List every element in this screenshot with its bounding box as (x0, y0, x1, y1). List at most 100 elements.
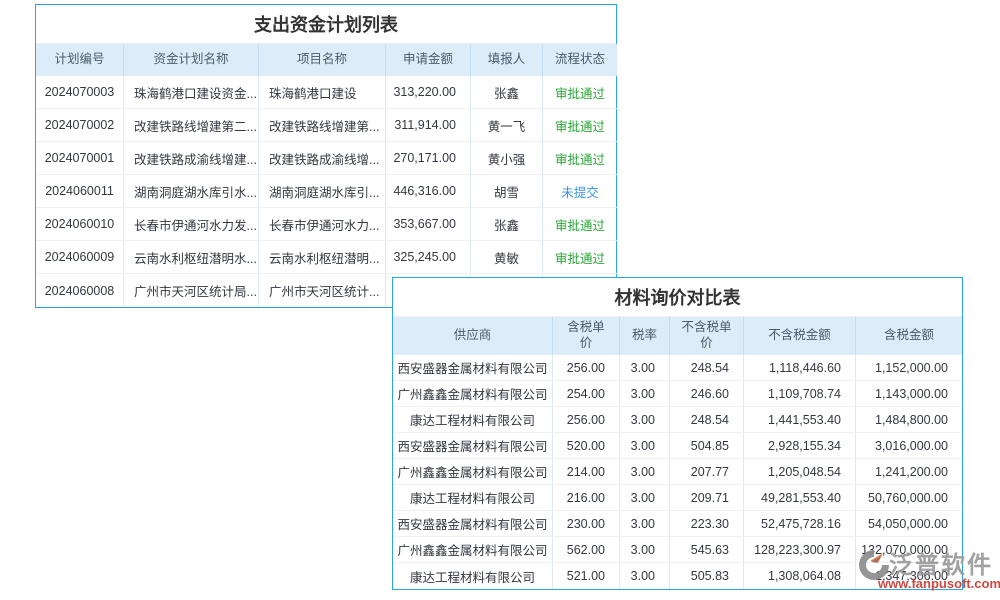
price-without-tax-cell: 223.30 (670, 511, 744, 537)
fund-plan-table: 支出资金计划列表 计划编号 资金计划名称 项目名称 申请金额 填报人 流程状态 … (35, 4, 617, 308)
material-inquiry-table: 材料询价对比表 供应商 含税单价 税率 不含税单价 不含税金额 含税金额 西安盛… (392, 277, 963, 590)
price-without-tax-cell: 505.83 (670, 563, 744, 589)
tax-rate-cell: 3.00 (620, 407, 670, 433)
material-row[interactable]: 广州鑫鑫金属材料有限公司 562.00 3.00 545.63 128,223,… (393, 537, 962, 563)
fund-plan-row[interactable]: 2024060011 湖南洞庭湖水库引水... 湖南洞庭湖水库引... 446,… (36, 175, 616, 208)
reporter-link[interactable]: 黄小强 (471, 142, 543, 175)
header-reporter: 填报人 (471, 44, 543, 76)
fund-name-link[interactable]: 广州市天河区统计局... (124, 274, 259, 307)
amount-without-tax-cell: 1,205,048.54 (744, 459, 856, 485)
supplier-link[interactable]: 广州鑫鑫金属材料有限公司 (393, 381, 553, 407)
reporter-link[interactable]: 张鑫 (471, 76, 543, 109)
amount-without-tax-cell: 1,118,446.60 (744, 355, 856, 381)
supplier-link[interactable]: 西安盛器金属材料有限公司 (393, 355, 553, 381)
fund-plan-row[interactable]: 2024060009 云南水利枢纽潜明水... 云南水利枢纽潜明... 325,… (36, 241, 616, 274)
supplier-link[interactable]: 广州鑫鑫金属材料有限公司 (393, 537, 553, 563)
price-without-tax-cell: 545.63 (670, 537, 744, 563)
supplier-link[interactable]: 康达工程材料有限公司 (393, 563, 553, 589)
material-row[interactable]: 西安盛器金属材料有限公司 256.00 3.00 248.54 1,118,44… (393, 355, 962, 381)
status-badge: 审批通过 (543, 76, 617, 109)
project-name-link[interactable]: 云南水利枢纽潜明... (259, 241, 386, 274)
header-price-with-tax: 含税单价 (553, 317, 620, 355)
fund-plan-row[interactable]: 2024060010 长春市伊通河水力发... 长春市伊通河水力... 353,… (36, 208, 616, 241)
fund-name-link[interactable]: 改建铁路线增建第二... (124, 109, 259, 142)
reporter-link[interactable]: 黄一飞 (471, 109, 543, 142)
supplier-link[interactable]: 康达工程材料有限公司 (393, 407, 553, 433)
project-name-link[interactable]: 广州市天河区统计... (259, 274, 386, 307)
amount-with-tax-cell: 1,152,000.00 (856, 355, 962, 381)
amount-with-tax-cell: 1,484,800.00 (856, 407, 962, 433)
supplier-link[interactable]: 西安盛器金属材料有限公司 (393, 511, 553, 537)
header-supplier: 供应商 (393, 317, 553, 355)
fund-name-link[interactable]: 湖南洞庭湖水库引水... (124, 175, 259, 208)
header-amount-with-tax: 含税金额 (856, 317, 962, 355)
plan-no-link[interactable]: 2024060009 (36, 241, 124, 274)
price-with-tax-cell: 256.00 (553, 407, 620, 433)
fund-plan-row[interactable]: 2024070002 改建铁路线增建第二... 改建铁路线增建第... 311,… (36, 109, 616, 142)
project-name-link[interactable]: 长春市伊通河水力... (259, 208, 386, 241)
material-row[interactable]: 康达工程材料有限公司 216.00 3.00 209.71 49,281,553… (393, 485, 962, 511)
amount-without-tax-cell: 1,441,553.40 (744, 407, 856, 433)
price-without-tax-cell: 504.85 (670, 433, 744, 459)
amount-without-tax-cell: 2,928,155.34 (744, 433, 856, 459)
status-badge: 审批通过 (543, 142, 617, 175)
price-without-tax-cell: 207.77 (670, 459, 744, 485)
tax-rate-cell: 3.00 (620, 563, 670, 589)
supplier-link[interactable]: 西安盛器金属材料有限公司 (393, 433, 553, 459)
project-name-link[interactable]: 改建铁路成渝线增... (259, 142, 386, 175)
price-with-tax-cell: 256.00 (553, 355, 620, 381)
header-fund-name: 资金计划名称 (124, 44, 259, 76)
amount-cell: 325,245.00 (386, 241, 471, 274)
fund-plan-table-header: 计划编号 资金计划名称 项目名称 申请金额 填报人 流程状态 (36, 44, 616, 76)
fund-plan-table-title: 支出资金计划列表 (36, 5, 616, 44)
material-row[interactable]: 西安盛器金属材料有限公司 520.00 3.00 504.85 2,928,15… (393, 433, 962, 459)
amount-with-tax-cell: 132,070,000.00 (856, 537, 962, 563)
plan-no-link[interactable]: 2024070003 (36, 76, 124, 109)
material-row[interactable]: 康达工程材料有限公司 521.00 3.00 505.83 1,308,064.… (393, 563, 962, 589)
reporter-link[interactable]: 黄敏 (471, 241, 543, 274)
material-row[interactable]: 广州鑫鑫金属材料有限公司 254.00 3.00 246.60 1,109,70… (393, 381, 962, 407)
plan-no-link[interactable]: 2024070002 (36, 109, 124, 142)
fund-plan-row[interactable]: 2024070003 珠海鹤港口建设资金... 珠海鹤港口建设 313,220.… (36, 76, 616, 109)
tax-rate-cell: 3.00 (620, 485, 670, 511)
price-without-tax-cell: 248.54 (670, 355, 744, 381)
supplier-link[interactable]: 广州鑫鑫金属材料有限公司 (393, 459, 553, 485)
header-tax-rate: 税率 (620, 317, 670, 355)
material-row[interactable]: 康达工程材料有限公司 256.00 3.00 248.54 1,441,553.… (393, 407, 962, 433)
status-badge: 审批通过 (543, 241, 617, 274)
price-without-tax-cell: 209.71 (670, 485, 744, 511)
amount-cell: 353,667.00 (386, 208, 471, 241)
header-status: 流程状态 (543, 44, 617, 76)
material-row[interactable]: 广州鑫鑫金属材料有限公司 214.00 3.00 207.77 1,205,04… (393, 459, 962, 485)
fund-name-link[interactable]: 长春市伊通河水力发... (124, 208, 259, 241)
material-row[interactable]: 西安盛器金属材料有限公司 230.00 3.00 223.30 52,475,7… (393, 511, 962, 537)
material-table-header: 供应商 含税单价 税率 不含税单价 不含税金额 含税金额 (393, 317, 962, 355)
tax-rate-cell: 3.00 (620, 537, 670, 563)
fund-name-link[interactable]: 改建铁路成渝线增建... (124, 142, 259, 175)
project-name-link[interactable]: 珠海鹤港口建设 (259, 76, 386, 109)
amount-without-tax-cell: 52,475,728.16 (744, 511, 856, 537)
price-without-tax-cell: 246.60 (670, 381, 744, 407)
fund-plan-row[interactable]: 2024070001 改建铁路成渝线增建... 改建铁路成渝线增... 270,… (36, 142, 616, 175)
plan-no-link[interactable]: 2024060010 (36, 208, 124, 241)
plan-no-link[interactable]: 2024060008 (36, 274, 124, 307)
supplier-link[interactable]: 康达工程材料有限公司 (393, 485, 553, 511)
project-name-link[interactable]: 湖南洞庭湖水库引... (259, 175, 386, 208)
fund-name-link[interactable]: 云南水利枢纽潜明水... (124, 241, 259, 274)
amount-cell: 313,220.00 (386, 76, 471, 109)
plan-no-link[interactable]: 2024070001 (36, 142, 124, 175)
amount-with-tax-cell: 1,347,306.00 (856, 563, 962, 589)
amount-with-tax-cell: 1,241,200.00 (856, 459, 962, 485)
reporter-link[interactable]: 胡雪 (471, 175, 543, 208)
reporter-link[interactable]: 张鑫 (471, 208, 543, 241)
price-with-tax-cell: 520.00 (553, 433, 620, 459)
amount-cell: 446,316.00 (386, 175, 471, 208)
fund-name-link[interactable]: 珠海鹤港口建设资金... (124, 76, 259, 109)
plan-no-link[interactable]: 2024060011 (36, 175, 124, 208)
project-name-link[interactable]: 改建铁路线增建第... (259, 109, 386, 142)
amount-without-tax-cell: 49,281,553.40 (744, 485, 856, 511)
amount-without-tax-cell: 1,109,708.74 (744, 381, 856, 407)
header-project-name: 项目名称 (259, 44, 386, 76)
price-with-tax-cell: 216.00 (553, 485, 620, 511)
amount-without-tax-cell: 1,308,064.08 (744, 563, 856, 589)
